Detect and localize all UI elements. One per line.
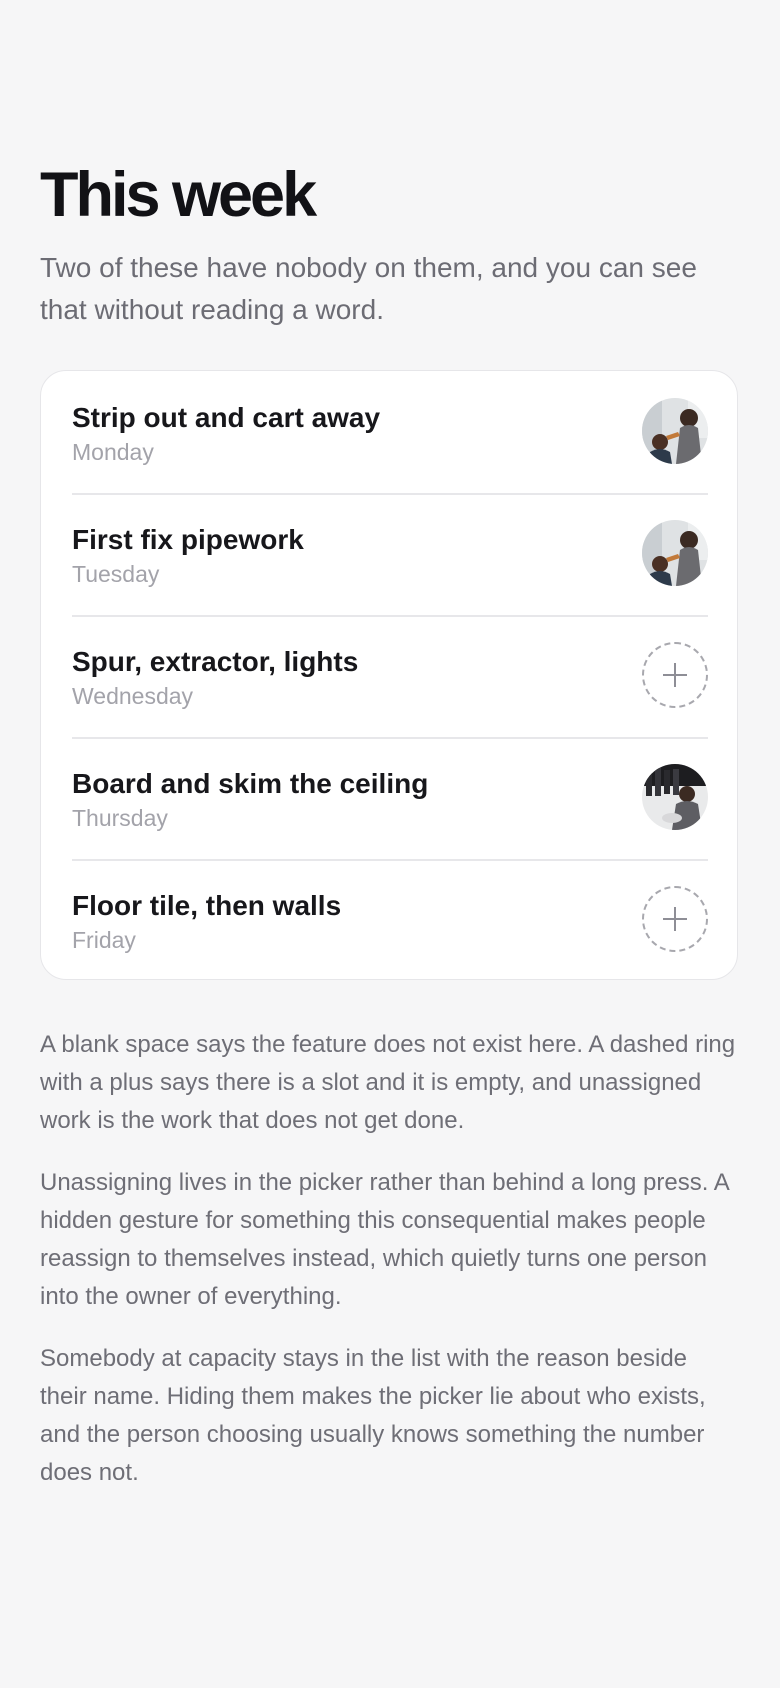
task-row[interactable]: Spur, extractor, lights Wednesday	[72, 615, 708, 739]
task-title: First fix pipework	[72, 524, 304, 555]
task-day: Tuesday	[72, 561, 160, 587]
assign-button[interactable]	[642, 886, 708, 952]
task-day: Monday	[72, 439, 154, 465]
task-title: Floor tile, then walls	[72, 890, 342, 921]
task-title: Spur, extractor, lights	[72, 646, 359, 677]
person-photo-avatar-icon	[642, 398, 708, 464]
task-day: Friday	[72, 927, 136, 953]
assign-button[interactable]	[642, 642, 708, 708]
plus-icon	[663, 907, 687, 931]
task-row[interactable]: First fix pipework Tuesday	[72, 493, 708, 617]
task-day: Wednesday	[72, 683, 194, 709]
plus-icon	[663, 663, 687, 687]
page-subtitle: Two of these have nobody on them, and yo…	[40, 252, 697, 325]
task-list: Strip out and cart away Monday First fix…	[40, 370, 738, 980]
assignee-avatar[interactable]	[642, 520, 708, 586]
note-paragraph: A blank space says the feature does not …	[40, 1031, 736, 1134]
assignee-avatar[interactable]	[642, 764, 708, 830]
note-paragraph: Somebody at capacity stays in the list w…	[40, 1345, 706, 1486]
note-paragraph: Unassigning lives in the picker rather t…	[40, 1169, 729, 1310]
task-row[interactable]: Floor tile, then walls Friday	[72, 859, 708, 983]
person-photo-avatar-icon	[642, 764, 708, 830]
task-title: Strip out and cart away	[72, 402, 381, 433]
assignee-avatar[interactable]	[642, 398, 708, 464]
task-row[interactable]: Board and skim the ceiling Thursday	[72, 737, 708, 861]
task-day: Thursday	[72, 805, 168, 831]
page-title: This week	[40, 160, 317, 230]
task-title: Board and skim the ceiling	[72, 768, 429, 799]
task-row[interactable]: Strip out and cart away Monday	[72, 371, 708, 493]
person-photo-avatar-icon	[642, 520, 708, 586]
